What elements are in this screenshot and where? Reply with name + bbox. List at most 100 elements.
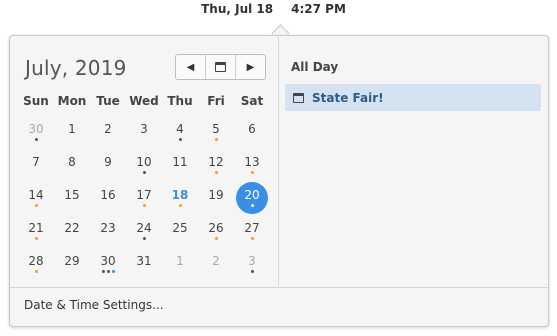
top-panel-clock[interactable]: Thu, Jul 18 4:27 PM: [0, 0, 557, 18]
day-cell[interactable]: 11: [164, 149, 196, 181]
day-cell[interactable]: 2: [92, 116, 124, 148]
weekday-tue: Tue: [96, 94, 120, 108]
event-indicator: [164, 204, 196, 208]
event-dot: [34, 204, 38, 207]
pane-divider: [278, 36, 279, 286]
clock-date: Thu, Jul 18: [201, 2, 274, 16]
event-dot: [106, 270, 110, 273]
event-dot: [142, 171, 146, 174]
chevron-left-icon: ◀: [186, 61, 195, 73]
event-dot: [214, 138, 218, 141]
day-number: 25: [172, 221, 188, 235]
day-cell[interactable]: 28: [20, 248, 52, 280]
day-number: 6: [248, 122, 256, 136]
event-dot: [142, 237, 146, 240]
day-cell[interactable]: 5: [200, 116, 232, 148]
event-dot: [250, 237, 254, 240]
day-cell[interactable]: 26: [200, 215, 232, 247]
event-indicator: [200, 138, 232, 142]
calendar-icon: [215, 62, 226, 72]
day-cell[interactable]: 31: [128, 248, 160, 280]
day-cell[interactable]: 7: [20, 149, 52, 181]
event-dot: [101, 270, 105, 273]
day-number: 1: [68, 122, 76, 136]
day-cell[interactable]: 15: [56, 182, 88, 214]
day-number: 11: [172, 155, 188, 169]
event-dot: [250, 204, 254, 207]
event-label: State Fair!: [312, 90, 384, 105]
event-indicator: [20, 270, 52, 274]
day-number: 7: [32, 155, 40, 169]
day-cell[interactable]: 9: [92, 149, 124, 181]
month-title: July, 2019: [25, 56, 127, 80]
day-number: 19: [208, 188, 224, 202]
day-cell[interactable]: 16: [92, 182, 124, 214]
next-month-button[interactable]: ▶: [236, 55, 265, 79]
event-indicator: [164, 138, 196, 142]
day-cell[interactable]: 23: [92, 215, 124, 247]
event-dot: [34, 237, 38, 240]
day-number: 9: [104, 155, 112, 169]
day-cell[interactable]: 30: [92, 248, 124, 280]
event-indicator: [92, 270, 124, 274]
day-cell[interactable]: 19: [200, 182, 232, 214]
day-number: 29: [64, 254, 80, 268]
day-number: 2: [212, 254, 220, 268]
event-indicator: [200, 237, 232, 241]
day-number: 2: [104, 122, 112, 136]
day-number: 16: [100, 188, 116, 202]
day-cell[interactable]: 30: [20, 116, 52, 148]
day-cell[interactable]: 22: [56, 215, 88, 247]
weekday-wed: Wed: [129, 94, 159, 108]
event-indicator: [128, 237, 160, 241]
day-cell[interactable]: 21: [20, 215, 52, 247]
day-cell[interactable]: 1: [56, 116, 88, 148]
day-cell[interactable]: 3: [128, 116, 160, 148]
weekday-sun: Sun: [23, 94, 49, 108]
weekday-thu: Thu: [167, 94, 193, 108]
day-cell[interactable]: 10: [128, 149, 160, 181]
day-number: 23: [100, 221, 116, 235]
day-cell[interactable]: 20: [236, 182, 268, 214]
day-cell[interactable]: 8: [56, 149, 88, 181]
event-dot: [250, 270, 254, 273]
day-number: 3: [140, 122, 148, 136]
date-time-settings-button[interactable]: Date & Time Settings...: [24, 298, 164, 312]
day-cell[interactable]: 27: [236, 215, 268, 247]
event-indicator: [236, 171, 268, 175]
day-cell[interactable]: 14: [20, 182, 52, 214]
today-button[interactable]: [206, 55, 236, 79]
event-dot: [178, 138, 182, 141]
day-cell[interactable]: 1: [164, 248, 196, 280]
event-indicator: [128, 204, 160, 208]
calendar-icon: [293, 92, 304, 103]
month-navigation: ◀ ▶: [175, 54, 266, 80]
day-cell[interactable]: 13: [236, 149, 268, 181]
day-cell[interactable]: 18: [164, 182, 196, 214]
day-cell[interactable]: 24: [128, 215, 160, 247]
event-dot: [178, 204, 182, 207]
event-dot: [214, 237, 218, 240]
day-number: 31: [136, 254, 152, 268]
event-indicator: [20, 237, 52, 241]
event-indicator: [236, 270, 268, 274]
day-cell[interactable]: 2: [200, 248, 232, 280]
event-item[interactable]: State Fair!: [285, 84, 541, 111]
day-cell[interactable]: 3: [236, 248, 268, 280]
day-cell[interactable]: 4: [164, 116, 196, 148]
day-cell[interactable]: 17: [128, 182, 160, 214]
event-indicator: [236, 237, 268, 241]
event-dot: [111, 270, 115, 273]
event-indicator: [20, 204, 52, 208]
day-cell[interactable]: 12: [200, 149, 232, 181]
calendar-popover: July, 2019 ◀ ▶ Sun Mon Tue Wed Thu Fri Sat 30 1…: [9, 35, 549, 327]
day-cell[interactable]: 25: [164, 215, 196, 247]
weekday-fri: Fri: [207, 94, 225, 108]
day-cell[interactable]: 29: [56, 248, 88, 280]
footer-divider: [10, 287, 548, 288]
event-dot: [34, 270, 38, 273]
day-cell[interactable]: 6: [236, 116, 268, 148]
day-number: 15: [64, 188, 80, 202]
previous-month-button[interactable]: ◀: [176, 55, 206, 79]
event-indicator: [236, 204, 268, 208]
